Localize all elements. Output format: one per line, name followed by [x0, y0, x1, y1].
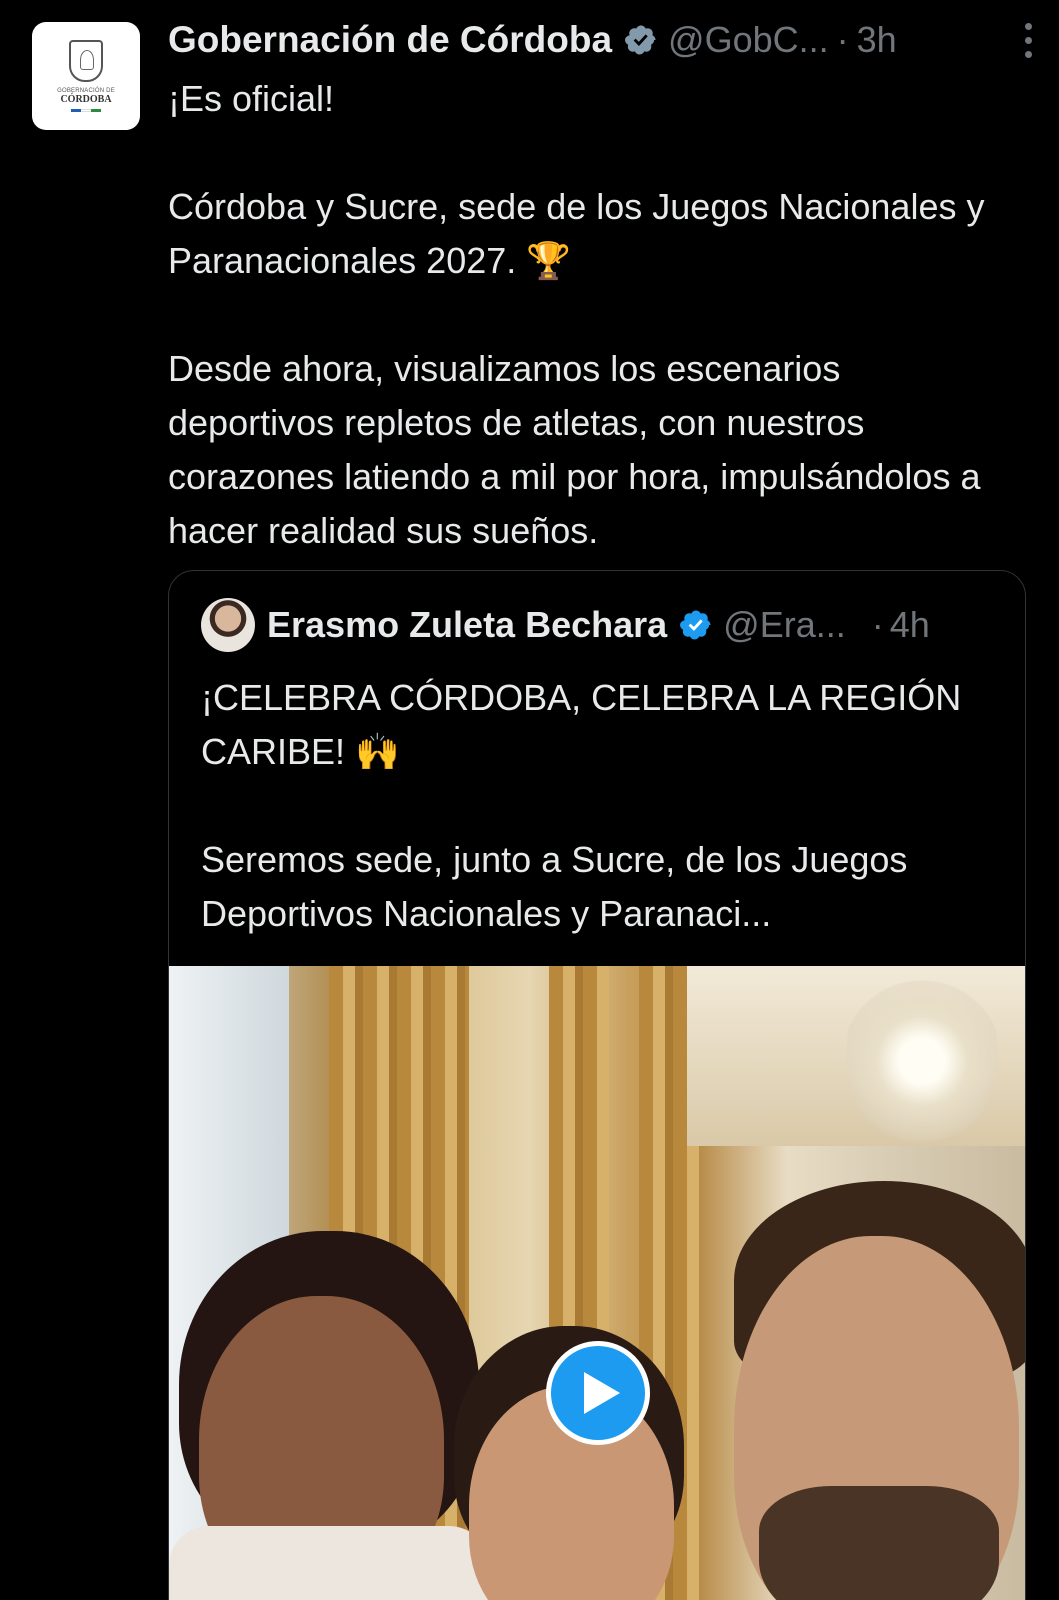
flag-icon [71, 109, 101, 112]
more-options-icon[interactable] [1021, 22, 1035, 58]
author-handle[interactable]: @GobC... [668, 19, 829, 61]
tweet-header: Gobernación de Córdoba @GobC... · 3h [168, 14, 1035, 66]
tweet[interactable]: GOBERNACIÓN DE CÓRDOBA Gobernación de Có… [0, 0, 1059, 1600]
quoted-tweet-text: ¡CELEBRA CÓRDOBA, CELEBRA LA REGIÓN CARI… [201, 677, 962, 934]
quoted-tweet-header: Erasmo Zuleta Bechara @Era... · 4h [201, 597, 993, 653]
play-icon[interactable] [546, 1341, 650, 1445]
tweet-text: ¡Es oficial! Córdoba y Sucre, sede de lo… [168, 78, 985, 551]
quoted-author-avatar[interactable] [201, 598, 255, 652]
separator: · [871, 604, 884, 645]
quoted-timestamp[interactable]: 4h [890, 604, 930, 646]
verified-badge-icon [625, 25, 656, 55]
quoted-tweet[interactable]: Erasmo Zuleta Bechara @Era... · 4h ¡CELE… [168, 570, 1026, 1600]
separator: · [836, 19, 849, 60]
timestamp[interactable]: 3h [857, 19, 897, 61]
person-1-body [169, 1526, 489, 1600]
quoted-author-handle[interactable]: @Era... [723, 604, 846, 646]
person-3-beard [759, 1486, 999, 1600]
author-name[interactable]: Gobernación de Córdoba [168, 19, 612, 61]
coat-of-arms-icon [69, 40, 103, 82]
quoted-author-name[interactable]: Erasmo Zuleta Bechara [267, 604, 667, 646]
avatar-org-name: CÓRDOBA [60, 94, 112, 105]
verified-badge-icon [680, 610, 711, 640]
chandelier-scene [847, 976, 997, 1146]
author-avatar[interactable]: GOBERNACIÓN DE CÓRDOBA [32, 22, 140, 130]
video-thumbnail[interactable] [169, 966, 1025, 1600]
